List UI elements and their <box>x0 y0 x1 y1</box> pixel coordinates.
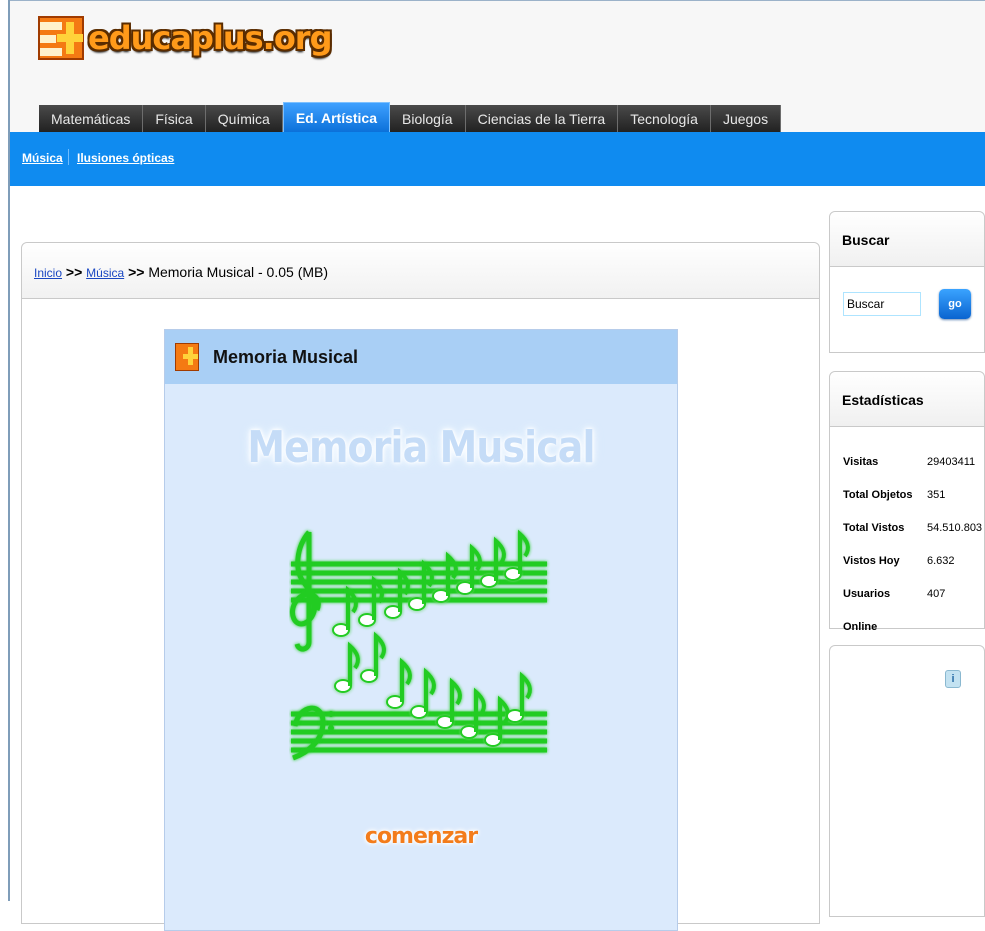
subnav-divider <box>68 149 69 165</box>
stat-value: 6.632 <box>927 555 955 567</box>
subnav-link-musica[interactable]: Música <box>22 151 63 165</box>
stat-value: 54.510.803 <box>927 522 983 534</box>
stat-label: Visitas <box>843 456 879 468</box>
tab-matematicas[interactable]: Matemáticas <box>39 105 144 133</box>
stat-label: Vistos Hoy <box>843 555 900 567</box>
stat-row: Total Objetos 351 <box>843 479 982 512</box>
search-input[interactable] <box>843 292 921 316</box>
tab-biologia[interactable]: Biología <box>390 105 466 133</box>
game-title-bar: Memoria Musical <box>165 330 677 384</box>
stat-label: Total Vistos <box>843 522 905 534</box>
stats-heading: Estadísticas <box>830 372 984 427</box>
staff-lines <box>291 561 547 753</box>
breadcrumb-home-link[interactable]: Inicio <box>34 266 62 280</box>
stats-table: Visitas 29403411 Total Objetos 351 Total… <box>843 446 982 633</box>
music-note-icon <box>360 631 386 683</box>
stat-value: 29403411 <box>927 456 976 468</box>
tab-fisica[interactable]: Física <box>143 105 206 133</box>
music-staff-illustration <box>290 529 547 761</box>
search-box: Buscar go <box>829 211 985 353</box>
game-title: Memoria Musical <box>213 346 359 367</box>
music-note-icon <box>384 567 410 619</box>
info-icon[interactable]: i <box>945 670 961 688</box>
breadcrumb-current: Memoria Musical - 0.05 (MB) <box>148 264 329 280</box>
breadcrumb-section-link[interactable]: Música <box>86 266 124 280</box>
content-panel: Inicio >> Música >> Memoria Musical - 0.… <box>21 242 820 931</box>
tab-quimica[interactable]: Química <box>205 105 283 133</box>
breadcrumb-separator: >> <box>128 264 145 280</box>
stat-value: 351 <box>927 489 946 501</box>
tab-ciencias-de-la-tierra[interactable]: Ciencias de la Tierra <box>465 105 619 133</box>
stats-box: Estadísticas Visitas 29403411 Total Obje… <box>829 371 985 633</box>
game-splash-title: Memoria Musical <box>247 422 595 473</box>
search-go-button[interactable]: go <box>939 289 971 319</box>
music-note-icon <box>410 667 436 719</box>
sub-navigation: Música Ilusiones ópticas <box>10 132 985 186</box>
stat-label: Usuarios Online <box>843 588 891 633</box>
stat-row: Usuarios Online 407 <box>843 578 982 633</box>
stat-row: Total Vistos 54.510.803 <box>843 512 982 545</box>
logo-text: educaplus.org <box>88 19 332 57</box>
tab-ed-artistica[interactable]: Ed. Artística <box>282 102 390 133</box>
tab-tecnologia[interactable]: Tecnología <box>618 105 711 133</box>
ad-box: i <box>829 645 985 917</box>
breadcrumb-separator: >> <box>65 264 83 280</box>
tab-juegos[interactable]: Juegos <box>710 105 782 133</box>
start-button[interactable]: comenzar <box>165 824 677 849</box>
stat-label: Total Objetos <box>843 489 913 501</box>
music-note-icon <box>332 585 358 637</box>
game-frame[interactable]: Memoria Musical Memoria Musical comenzar <box>164 329 678 931</box>
music-note-icon <box>358 575 384 627</box>
main-tabs: Matemáticas Física Química Ed. Artística… <box>39 102 782 133</box>
logo-mark-icon <box>38 16 84 60</box>
music-note-icon <box>334 641 360 693</box>
search-heading: Buscar <box>830 212 984 267</box>
subnav-link-ilusiones-opticas[interactable]: Ilusiones ópticas <box>77 151 174 165</box>
educaplus-logo-icon <box>175 343 199 371</box>
stat-value: 407 <box>927 588 946 600</box>
bass-clef-dot-icon <box>328 725 334 731</box>
breadcrumb: Inicio >> Música >> Memoria Musical - 0.… <box>22 243 819 299</box>
stat-row: Visitas 29403411 <box>843 446 982 479</box>
bass-clef-dot-icon <box>328 711 334 717</box>
stat-row: Vistos Hoy 6.632 <box>843 545 982 578</box>
music-note-icon <box>386 657 412 709</box>
site-header: educaplus.org Matemáticas Física Química… <box>10 1 985 133</box>
site-logo[interactable]: educaplus.org <box>38 15 332 61</box>
